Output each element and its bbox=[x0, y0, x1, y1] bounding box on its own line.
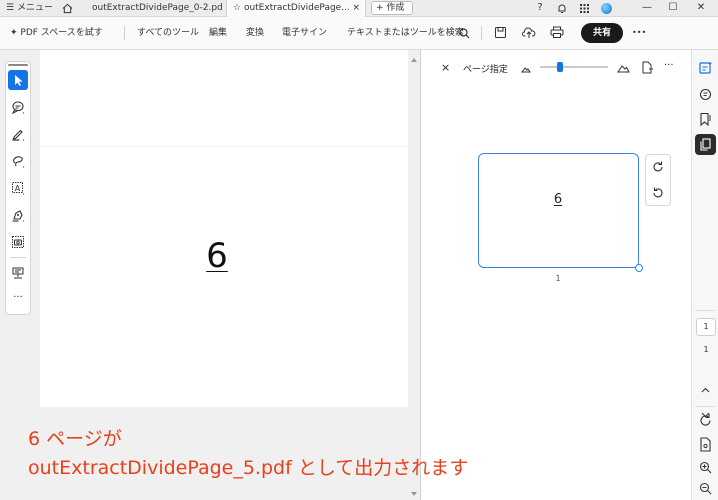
pen-icon bbox=[12, 129, 25, 141]
snapshot-tool[interactable] bbox=[8, 232, 28, 252]
text-box-icon: A bbox=[12, 182, 25, 195]
comment-icon bbox=[11, 101, 25, 114]
close-window-icon[interactable]: ✕ bbox=[690, 0, 712, 17]
page-up-icon[interactable] bbox=[697, 382, 714, 399]
zoom-slider-track[interactable] bbox=[540, 66, 608, 68]
svg-text:A: A bbox=[15, 184, 21, 193]
fountain-pen-icon bbox=[12, 210, 25, 222]
left-tool-rail: A ··· bbox=[5, 61, 31, 315]
top-toolbar: ✦ PDF スペースを試す すべてのツール 編集 変換 電子サイン テキストまた… bbox=[0, 17, 718, 50]
zoom-slider-thumb[interactable] bbox=[557, 62, 564, 72]
thumbnail-resize-handle[interactable] bbox=[635, 264, 643, 272]
annotation-line-1: 6 ページが bbox=[28, 428, 122, 450]
pages-icon bbox=[700, 138, 711, 151]
e-sign-menu[interactable]: 電子サイン bbox=[282, 26, 327, 40]
rail-handle[interactable] bbox=[8, 64, 28, 66]
tab-close-icon[interactable]: × bbox=[352, 0, 360, 16]
more-options-icon[interactable]: ••• bbox=[632, 26, 646, 40]
help-icon[interactable]: ? bbox=[529, 0, 551, 17]
stamp-tool[interactable] bbox=[8, 263, 28, 283]
panel-more-icon[interactable]: ··· bbox=[664, 60, 674, 71]
all-tools-menu[interactable]: すべてのツール bbox=[137, 26, 199, 40]
rotate-counterclockwise-icon[interactable] bbox=[652, 187, 664, 199]
draw-tool[interactable] bbox=[8, 151, 28, 171]
new-tab-button[interactable]: + 作成 bbox=[371, 1, 413, 15]
organize-pages-tab[interactable] bbox=[695, 134, 716, 155]
zoom-in-mountain-icon[interactable] bbox=[617, 63, 630, 73]
sparkle-icon: ✦ bbox=[10, 28, 21, 38]
tab-document-active[interactable]: ☆ outExtractDividePage... × bbox=[226, 0, 366, 17]
refresh-icon[interactable] bbox=[697, 412, 714, 429]
search-icon bbox=[459, 28, 470, 39]
hamburger-icon: ☰ bbox=[6, 3, 17, 13]
highlight-tool[interactable] bbox=[8, 124, 28, 144]
apps-grid-icon[interactable] bbox=[573, 0, 595, 17]
edit-menu[interactable]: 編集 bbox=[209, 26, 227, 40]
ai-assistant-icon[interactable] bbox=[697, 60, 714, 77]
camera-icon bbox=[12, 236, 24, 248]
divider bbox=[124, 26, 125, 40]
tab-label: outExtractDividePage_0-2.pdf bbox=[92, 3, 222, 13]
stamp-icon bbox=[12, 267, 24, 279]
home-icon bbox=[62, 3, 73, 14]
star-icon[interactable]: ☆ bbox=[233, 3, 244, 13]
tab-bar: ☰ メニュー outExtractDividePage_0-2.pdf ☆ ou… bbox=[0, 0, 718, 17]
lasso-icon bbox=[12, 156, 25, 168]
tab-label: outExtractDividePage... bbox=[243, 3, 350, 13]
comments-panel-icon[interactable] bbox=[697, 86, 714, 103]
thumbnail-page-label: 1 bbox=[555, 274, 561, 283]
page-thumbnail[interactable] bbox=[478, 153, 639, 268]
tab-document-0-2[interactable]: outExtractDividePage_0-2.pdf bbox=[86, 0, 222, 17]
pdf-page-previous bbox=[40, 50, 408, 146]
share-button[interactable]: 共有 bbox=[581, 23, 623, 43]
menu-button[interactable]: ☰ メニュー bbox=[0, 0, 52, 17]
rotate-clockwise-icon[interactable] bbox=[652, 161, 664, 173]
page-settings-icon[interactable] bbox=[697, 436, 714, 453]
divider bbox=[695, 310, 716, 311]
right-icon-rail bbox=[691, 50, 718, 500]
page-number-input[interactable]: 1 bbox=[696, 318, 716, 336]
page-select-label[interactable]: ページ指定 bbox=[463, 62, 508, 75]
minimize-icon[interactable]: — bbox=[636, 0, 658, 17]
save-icon[interactable] bbox=[494, 26, 507, 39]
bookmark-icon[interactable] bbox=[697, 111, 714, 128]
avatar[interactable] bbox=[595, 0, 617, 17]
search-tools-input[interactable]: テキストまたはツールを検索 bbox=[347, 26, 472, 40]
page-total: 1 bbox=[703, 345, 709, 354]
divider bbox=[481, 26, 482, 40]
document-scrollbar[interactable] bbox=[410, 58, 418, 496]
page-number-text: 6 bbox=[206, 236, 228, 276]
cloud-upload-icon[interactable] bbox=[522, 26, 536, 39]
acrobat-window: ☰ メニュー outExtractDividePage_0-2.pdf ☆ ou… bbox=[0, 0, 718, 500]
print-icon[interactable] bbox=[550, 26, 564, 39]
annotation-line-2: outExtractDividePage_5.pdf として出力されます bbox=[28, 457, 469, 479]
thumbnail-text: 6 bbox=[553, 192, 563, 207]
rotate-controls bbox=[645, 154, 671, 206]
cursor-arrow-icon bbox=[15, 75, 23, 86]
more-tools-icon[interactable]: ··· bbox=[8, 290, 28, 310]
home-button[interactable] bbox=[56, 0, 78, 17]
pdf-page bbox=[40, 147, 408, 407]
insert-page-icon[interactable] bbox=[641, 61, 653, 74]
sign-tool[interactable] bbox=[8, 205, 28, 225]
scroll-down-icon[interactable] bbox=[411, 492, 417, 496]
zoom-out-icon[interactable] bbox=[697, 480, 714, 497]
divider bbox=[10, 257, 26, 258]
select-tool[interactable] bbox=[8, 70, 28, 90]
convert-menu[interactable]: 変換 bbox=[246, 26, 264, 40]
divider bbox=[695, 406, 716, 407]
text-tool[interactable]: A bbox=[8, 178, 28, 198]
zoom-in-icon[interactable] bbox=[697, 459, 714, 476]
close-panel-icon[interactable]: × bbox=[441, 61, 450, 74]
pdf-space-button[interactable]: ✦ PDF スペースを試す bbox=[10, 26, 103, 40]
comment-tool[interactable] bbox=[8, 97, 28, 117]
bell-icon[interactable] bbox=[551, 0, 573, 17]
scroll-up-icon[interactable] bbox=[411, 58, 417, 62]
zoom-out-mountain-icon[interactable] bbox=[521, 65, 531, 73]
maximize-icon[interactable]: ☐ bbox=[662, 0, 684, 17]
